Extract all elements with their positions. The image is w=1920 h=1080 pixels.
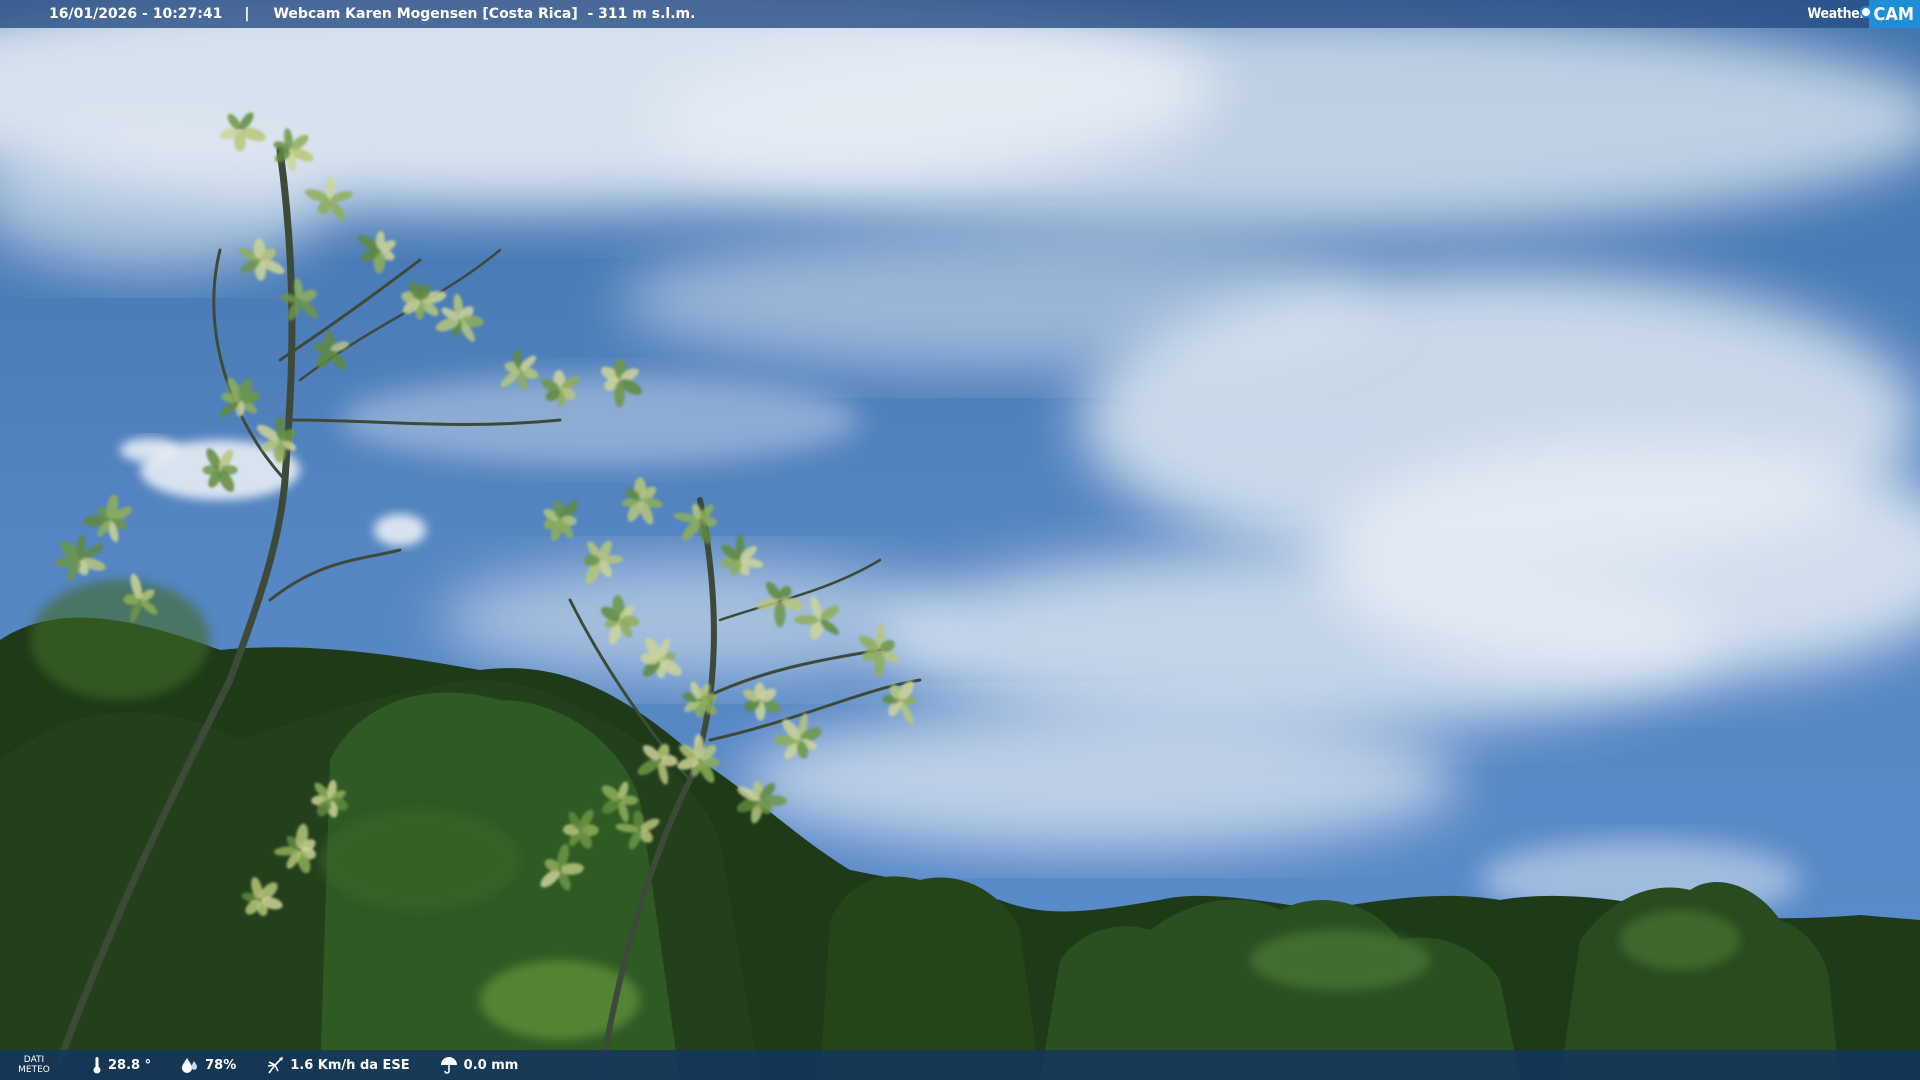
rain-value: 0.0 mm (463, 1057, 519, 1073)
humidity-reading: 78% (181, 1057, 236, 1073)
rain-reading: 0.0 mm (440, 1056, 519, 1074)
timestamp: 16/01/2026 - 10:27:41 (49, 6, 223, 22)
header-separator: | (244, 6, 250, 22)
webcam-landscape-image (0, 0, 1920, 1080)
weather-data-label: DATI METEO (16, 1055, 52, 1075)
wind-icon (268, 1057, 284, 1074)
webcam-header-bar: 16/01/2026 - 10:27:41 | Webcam Karen Mog… (0, 0, 1920, 28)
weather-data-label-line2: METEO (18, 1065, 50, 1075)
leaf (774, 601, 786, 628)
logo-text-cam: CAM (1873, 3, 1914, 25)
rain-gauge-icon (440, 1057, 457, 1074)
wind-value: 1.6 Km/h da ESE (290, 1057, 410, 1073)
weathercam-logo: Weather CAM (1807, 0, 1920, 28)
thermometer-icon (93, 1057, 101, 1074)
logo-badge: CAM (1860, 0, 1920, 28)
weather-data-label-line1: DATI (23, 1055, 45, 1065)
temperature-reading: 28.8 ° (92, 1056, 151, 1074)
logo-dot-icon (1860, 6, 1873, 18)
humidity-drop-icon (182, 1058, 198, 1073)
wind-reading: 1.6 Km/h da ESE (266, 1056, 410, 1074)
weather-data-bar: DATI METEO 28.8 ° 78% 1.6 Km/h da ESE 0.… (0, 1050, 1920, 1080)
webcam-title: Webcam Karen Mogensen [Costa Rica] - 311… (273, 6, 696, 22)
temperature-value: 28.8 ° (108, 1057, 152, 1073)
humidity-value: 78% (205, 1057, 237, 1073)
